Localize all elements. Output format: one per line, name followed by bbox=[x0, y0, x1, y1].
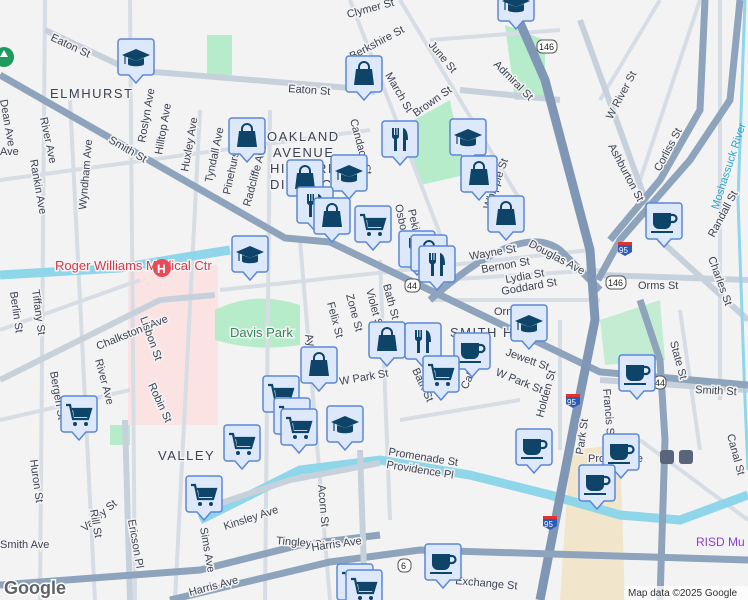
route-6-shield: 6 bbox=[397, 558, 412, 573]
street-label: Smith Ave bbox=[0, 539, 49, 551]
shopping-marker[interactable] bbox=[301, 347, 337, 391]
street-label: Wyndham Ave bbox=[77, 139, 95, 210]
interstate-95-shield: 95 bbox=[618, 242, 632, 256]
grocery-marker[interactable] bbox=[281, 409, 317, 453]
cafe-marker[interactable] bbox=[619, 355, 655, 399]
street-label: W Park St bbox=[494, 367, 544, 397]
map-canvas[interactable]: ELMHURST OAKLAND AVENUE HISTORIC DISTRIC… bbox=[0, 0, 748, 600]
school-marker[interactable] bbox=[327, 406, 363, 450]
svg-text:6: 6 bbox=[401, 561, 406, 571]
school-marker[interactable] bbox=[118, 39, 154, 83]
svg-text:44: 44 bbox=[655, 378, 665, 388]
street-label: Smith St bbox=[695, 384, 737, 398]
map-attribution[interactable]: Map data ©2025 Google bbox=[628, 588, 738, 599]
train-station-icon[interactable] bbox=[660, 450, 693, 464]
svg-text:H: H bbox=[157, 262, 166, 276]
street-label: River Ave bbox=[37, 116, 58, 164]
shopping-marker[interactable] bbox=[346, 56, 382, 100]
street-label: Tyndall Ave bbox=[203, 126, 226, 183]
street-label: Eaton St bbox=[49, 32, 92, 61]
route-44-shield: 44 bbox=[404, 278, 421, 293]
neighborhood-label: OAKLAND bbox=[267, 129, 340, 144]
school-marker[interactable] bbox=[232, 236, 268, 280]
grocery-marker[interactable] bbox=[224, 425, 260, 469]
street-label: Pinehurst bbox=[221, 148, 242, 196]
svg-text:146: 146 bbox=[608, 278, 623, 288]
street-label: Canal St bbox=[724, 433, 747, 477]
grocery-marker[interactable] bbox=[346, 570, 382, 600]
hospital-icon[interactable]: H bbox=[153, 259, 171, 277]
street-label: Orms St bbox=[638, 280, 678, 292]
school-marker[interactable] bbox=[331, 155, 367, 199]
street-label: Harris Ave bbox=[188, 574, 240, 599]
hospital-area bbox=[128, 265, 218, 425]
davis-park-area bbox=[215, 298, 300, 348]
park-tree-icon[interactable] bbox=[0, 47, 14, 67]
street-label: Francis St bbox=[600, 388, 616, 438]
shopping-marker[interactable] bbox=[488, 196, 524, 240]
street-label: Jewett St bbox=[504, 347, 551, 374]
museum-label[interactable]: RISD Mu bbox=[696, 535, 745, 549]
hospital-label[interactable]: Roger Williams Medical Ctr bbox=[54, 257, 214, 275]
svg-text:146: 146 bbox=[539, 42, 554, 52]
shopping-marker[interactable] bbox=[314, 198, 350, 242]
moshassuck-river bbox=[736, 0, 748, 471]
street-label: W Park St bbox=[338, 368, 389, 388]
google-logo: Google bbox=[4, 578, 66, 598]
street-label: Ave bbox=[0, 146, 19, 158]
street-label: Hilltop Ave bbox=[153, 102, 174, 155]
grocery-marker[interactable] bbox=[61, 396, 97, 440]
street-label: Eaton St bbox=[288, 83, 331, 98]
cafe-marker[interactable] bbox=[516, 429, 552, 473]
neighborhood-label: AVENUE bbox=[273, 145, 335, 160]
street-label: Tiffany St bbox=[29, 289, 47, 336]
street-label: Exchange St bbox=[455, 575, 518, 592]
street-label: Dean Ave bbox=[0, 98, 17, 147]
route-44-shield: 44 bbox=[653, 375, 667, 390]
street-label: Felix St bbox=[324, 301, 345, 340]
neighborhood-label: ELMHURST bbox=[50, 86, 134, 101]
route-146-shield: 146 bbox=[605, 275, 627, 290]
shopping-marker[interactable] bbox=[369, 322, 405, 366]
school-marker[interactable] bbox=[498, 0, 534, 29]
svg-text:95: 95 bbox=[567, 398, 576, 407]
route-146-shield: 146 bbox=[536, 39, 558, 54]
green-area bbox=[207, 35, 232, 75]
street-label: Zone St bbox=[343, 293, 365, 333]
grocery-marker[interactable] bbox=[355, 206, 391, 250]
svg-text:95: 95 bbox=[619, 246, 628, 255]
street-label: Roslyn Ave bbox=[136, 87, 157, 143]
svg-text:95: 95 bbox=[544, 520, 553, 529]
street-label: Acorn St bbox=[315, 484, 331, 527]
svg-text:44: 44 bbox=[407, 281, 417, 291]
park-label[interactable]: Davis Park bbox=[229, 324, 295, 342]
neighborhood-label: VALLEY bbox=[158, 448, 215, 463]
cafe-marker[interactable] bbox=[646, 203, 682, 247]
